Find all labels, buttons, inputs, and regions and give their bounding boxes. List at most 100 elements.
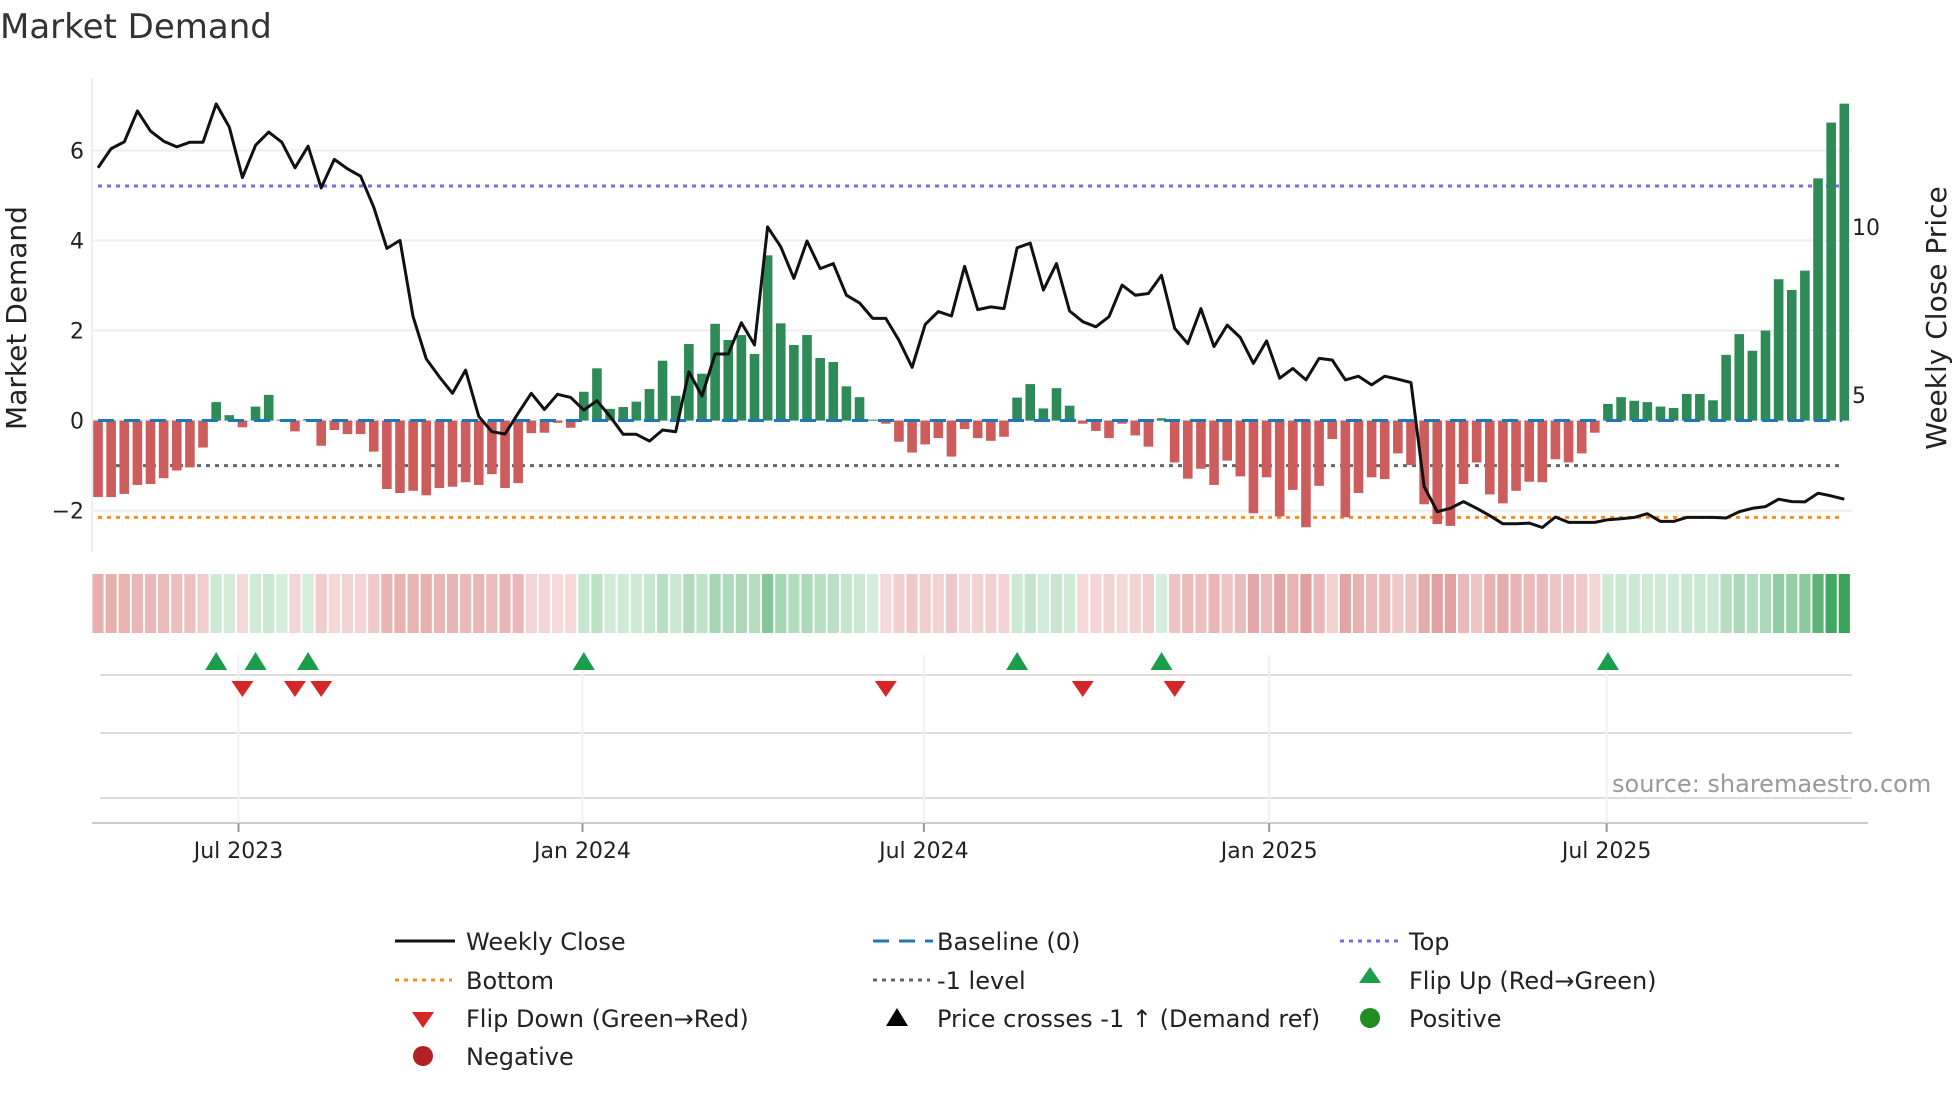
- heat-cell: [341, 574, 354, 633]
- negative-bar: [408, 420, 418, 491]
- positive-bar: [1655, 406, 1666, 421]
- heat-cell: [893, 574, 905, 633]
- heat-cell: [1247, 574, 1260, 633]
- positive-bar: [211, 402, 221, 421]
- negative-bar: [1498, 420, 1508, 504]
- positive-bar: [1734, 334, 1745, 421]
- y2-tick-label: 5: [1852, 384, 1866, 409]
- heat-cell: [1602, 574, 1614, 633]
- heat-cell: [512, 574, 524, 633]
- heat-cell: [394, 574, 406, 633]
- heat-cell: [1077, 574, 1089, 633]
- positive-bar: [802, 335, 812, 421]
- x-tick-label: Jan 2025: [1219, 839, 1318, 864]
- flip-up-marker: [1006, 652, 1029, 670]
- heat-cell: [880, 574, 892, 633]
- flip-up-marker: [1150, 652, 1173, 670]
- heat-cell: [368, 574, 380, 633]
- weekly-close-line: [96, 102, 1845, 529]
- heat-cell: [1549, 574, 1562, 633]
- negative-bar: [106, 420, 116, 498]
- flip-up-marker: [1596, 652, 1619, 670]
- positive-bar: [1773, 279, 1784, 421]
- positive-bar: [1760, 330, 1771, 421]
- negative-bar: [316, 420, 327, 446]
- legend-price-cross: Price crosses -1 ↑ (Demand ref): [937, 1005, 1320, 1033]
- positive-bar: [1786, 290, 1797, 421]
- negative-bar: [1379, 420, 1390, 480]
- heat-cell: [289, 574, 301, 633]
- chart-title: Market Demand: [0, 7, 272, 47]
- negative-bar: [460, 420, 471, 483]
- heat-cell: [827, 574, 839, 633]
- heat-cell: [1641, 574, 1653, 633]
- legend-top: Top: [1408, 928, 1450, 956]
- heat-cell: [118, 574, 130, 633]
- heat-cell: [696, 574, 708, 633]
- heat-cell: [683, 574, 695, 633]
- negative-bar: [355, 420, 366, 435]
- heat-cell: [525, 574, 537, 633]
- heat-cell: [932, 574, 944, 633]
- heat-cell: [1379, 574, 1391, 633]
- positive-bar: [1813, 178, 1823, 421]
- flip-up-marker: [572, 652, 595, 670]
- positive-bar: [1800, 270, 1810, 421]
- flip-up-marker: [244, 652, 267, 670]
- positive-bar: [1839, 103, 1850, 421]
- flip-up-marker: [297, 652, 320, 670]
- heat-cell: [197, 574, 209, 633]
- negative-bar: [1550, 420, 1561, 460]
- heat-cell: [302, 574, 314, 633]
- legend-flip-down: Flip Down (Green→Red): [466, 1005, 749, 1033]
- y2-axis-label: Weekly Close Price: [1920, 186, 1953, 449]
- heat-cell: [473, 574, 485, 633]
- heat-cell: [762, 574, 774, 633]
- heat-cell: [1300, 574, 1312, 633]
- flip-markers: Jul 2023 Jan 2024 Jul 2024 Jan 2025 Jul 2025: [92, 652, 1868, 864]
- heat-cell: [92, 574, 104, 633]
- negative-bar: [999, 420, 1009, 437]
- heat-cell: [328, 574, 340, 633]
- negative-bar: [1091, 420, 1101, 431]
- positive-bar: [644, 389, 655, 421]
- heat-cell: [1037, 574, 1049, 633]
- heat-cell: [1352, 574, 1365, 633]
- positive-bar: [1747, 350, 1758, 421]
- flip-down-marker: [1163, 681, 1186, 697]
- heat-cell: [775, 574, 787, 633]
- heat-cell: [1208, 574, 1220, 633]
- heat-cell: [840, 574, 853, 633]
- demand-heat-strip: [92, 574, 1850, 633]
- heat-cell: [906, 574, 918, 633]
- legend-minus-one: -1 level: [937, 967, 1026, 995]
- negative-bar: [342, 420, 353, 435]
- negative-bar: [1576, 420, 1587, 454]
- negative-bar: [1222, 420, 1232, 461]
- heat-cell: [105, 574, 117, 633]
- negative-bar: [1288, 420, 1298, 490]
- positive-bar: [592, 368, 602, 421]
- negative-bar: [972, 420, 983, 439]
- negative-bar: [1366, 420, 1377, 478]
- negative-bar: [368, 420, 379, 452]
- heat-cell: [1589, 574, 1601, 633]
- negative-bar: [290, 420, 300, 432]
- heat-cell: [1615, 574, 1627, 633]
- positive-bar: [1708, 400, 1718, 421]
- negative-bar: [1537, 420, 1548, 483]
- negative-bar: [1511, 420, 1521, 491]
- heat-cell: [1431, 574, 1443, 633]
- heat-cell: [788, 574, 800, 633]
- source-note: source: sharemaestro.com: [1612, 770, 1931, 798]
- heat-cell: [236, 574, 249, 633]
- negative-bar: [1524, 420, 1534, 482]
- heat-cell: [972, 574, 984, 633]
- heat-cell: [748, 574, 761, 633]
- negative-bar: [382, 420, 392, 489]
- positive-bar: [618, 407, 628, 421]
- heat-cell: [1366, 574, 1378, 633]
- heat-cell: [1195, 574, 1207, 633]
- heat-cell: [1457, 574, 1470, 633]
- positive-bar: [1695, 394, 1705, 421]
